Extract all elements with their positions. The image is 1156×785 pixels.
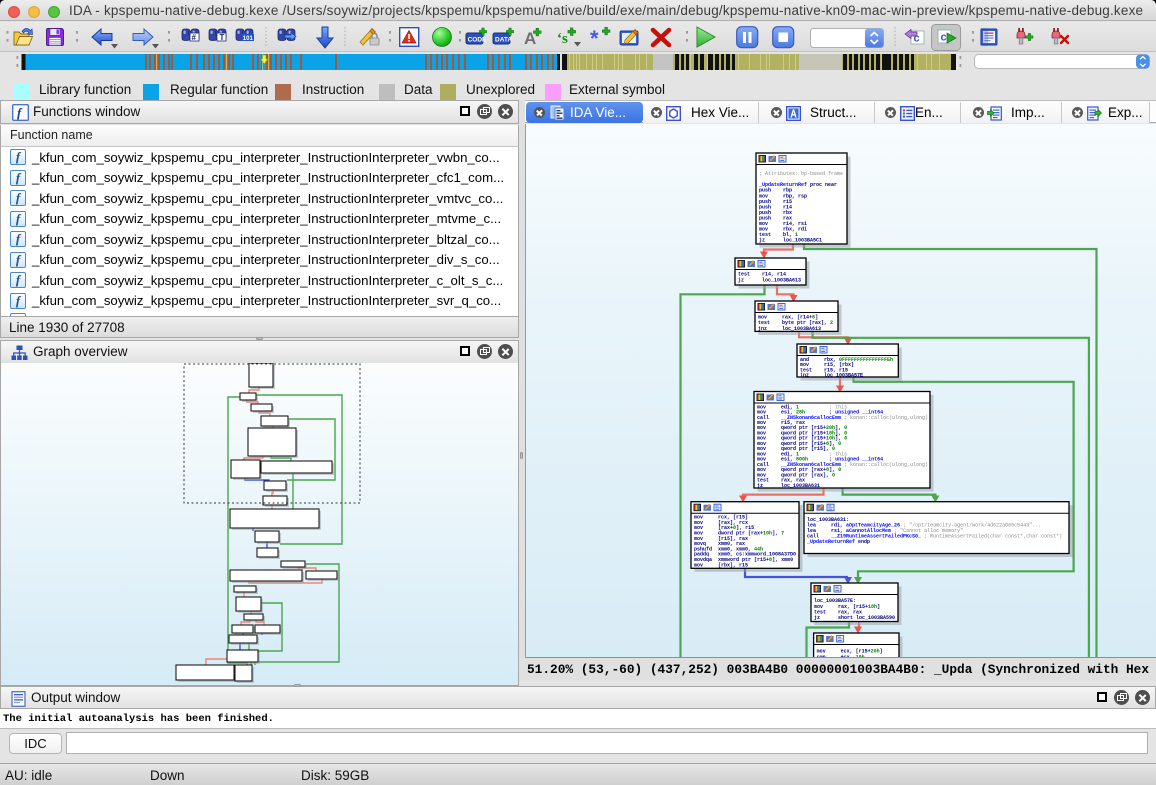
svg-text:CODE: CODE: [468, 37, 487, 44]
svg-text:DATA: DATA: [495, 37, 512, 44]
svg-text:#: #: [192, 33, 197, 42]
svg-text:jnz loc_1003BA57E: jnz loc_1003BA57E: [800, 373, 863, 379]
svg-text:T: T: [220, 33, 225, 42]
svg-text:jz short loc_1003BA590: jz short loc_1003BA590: [814, 615, 895, 621]
svg-text:jz loc_1003BA631: jz loc_1003BA631: [757, 483, 820, 489]
svg-text:jz loc_1003BA5C1: jz loc_1003BA5C1: [759, 238, 822, 244]
svg-text:*: *: [590, 26, 599, 51]
svg-text:; Attributes: bp-based frame: ; Attributes: bp-based frame: [759, 171, 843, 177]
svg-text:‘s: ‘s: [557, 31, 568, 47]
svg-text:mov [rbx], r15: mov [rbx], r15: [694, 562, 748, 568]
svg-text:_UpdateReturnRef endp: _UpdateReturnRef endp: [806, 539, 870, 545]
svg-text:jz loc_1003BA613: jz loc_1003BA613: [738, 278, 801, 284]
svg-text:c: c: [941, 32, 947, 44]
svg-text:jnz loc_1003BA613: jnz loc_1003BA613: [758, 326, 821, 332]
svg-text:101: 101: [243, 36, 254, 42]
